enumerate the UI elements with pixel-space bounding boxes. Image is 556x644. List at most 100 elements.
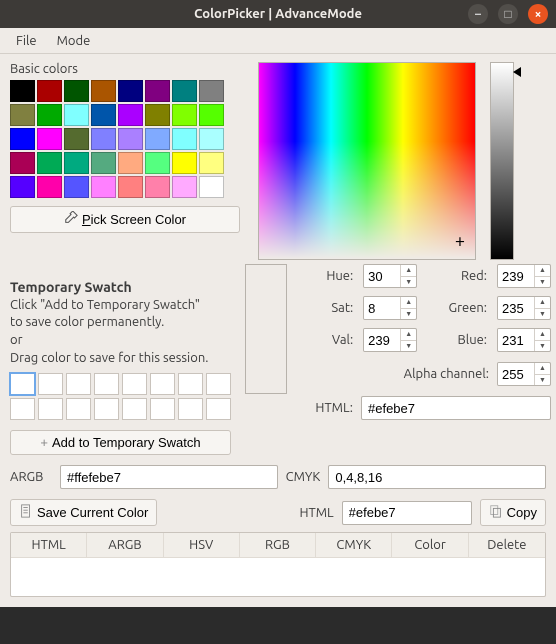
spin-down-icon[interactable]: ▼: [535, 308, 550, 320]
spin-down-icon[interactable]: ▼: [401, 340, 416, 352]
table-header-cell[interactable]: RGB: [240, 533, 316, 558]
maximize-button[interactable]: □: [498, 4, 518, 24]
basic-color-swatch[interactable]: [172, 128, 197, 150]
cmyk-input[interactable]: [328, 465, 546, 489]
red-spin[interactable]: ▲▼: [497, 264, 551, 288]
val-spin[interactable]: ▲▼: [363, 328, 417, 352]
basic-color-swatch[interactable]: [64, 176, 89, 198]
basic-color-swatch[interactable]: [118, 176, 143, 198]
spin-down-icon[interactable]: ▼: [535, 340, 550, 352]
close-button[interactable]: ×: [528, 4, 548, 24]
html-top-input[interactable]: [361, 396, 551, 420]
sat-spin[interactable]: ▲▼: [363, 296, 417, 320]
temp-swatch-slot[interactable]: [206, 373, 231, 395]
basic-color-swatch[interactable]: [91, 128, 116, 150]
spin-up-icon[interactable]: ▲: [535, 329, 550, 340]
basic-color-swatch[interactable]: [91, 104, 116, 126]
spin-up-icon[interactable]: ▲: [401, 265, 416, 276]
basic-color-swatch[interactable]: [145, 128, 170, 150]
basic-color-swatch[interactable]: [172, 176, 197, 198]
temp-swatch-slot[interactable]: [10, 373, 35, 395]
basic-color-swatch[interactable]: [118, 80, 143, 102]
basic-color-swatch[interactable]: [199, 128, 224, 150]
blue-input[interactable]: [498, 329, 534, 351]
basic-color-swatch[interactable]: [118, 128, 143, 150]
temp-swatch-slot[interactable]: [94, 398, 119, 420]
spin-up-icon[interactable]: ▲: [535, 363, 550, 374]
basic-color-swatch[interactable]: [145, 80, 170, 102]
table-header-cell[interactable]: CMYK: [316, 533, 392, 558]
temp-swatch-slot[interactable]: [122, 398, 147, 420]
temp-swatch-slot[interactable]: [206, 398, 231, 420]
basic-color-swatch[interactable]: [199, 80, 224, 102]
alpha-spin[interactable]: ▲▼: [497, 362, 551, 386]
green-spin[interactable]: ▲▼: [497, 296, 551, 320]
basic-color-swatch[interactable]: [199, 176, 224, 198]
menu-file[interactable]: File: [8, 31, 45, 51]
temp-swatch-slot[interactable]: [178, 398, 203, 420]
spin-down-icon[interactable]: ▼: [401, 276, 416, 288]
temp-swatch-slot[interactable]: [94, 373, 119, 395]
menu-mode[interactable]: Mode: [49, 31, 99, 51]
spin-down-icon[interactable]: ▼: [401, 308, 416, 320]
spin-down-icon[interactable]: ▼: [535, 276, 550, 288]
basic-color-swatch[interactable]: [10, 152, 35, 174]
spin-up-icon[interactable]: ▲: [535, 265, 550, 276]
basic-color-swatch[interactable]: [91, 176, 116, 198]
basic-color-swatch[interactable]: [64, 104, 89, 126]
table-header-cell[interactable]: HTML: [11, 533, 87, 558]
val-input[interactable]: [364, 329, 400, 351]
hue-input[interactable]: [364, 265, 400, 287]
basic-color-swatch[interactable]: [10, 176, 35, 198]
basic-color-swatch[interactable]: [172, 80, 197, 102]
color-field[interactable]: +: [258, 62, 476, 260]
temp-swatch-slot[interactable]: [122, 373, 147, 395]
table-header-cell[interactable]: ARGB: [87, 533, 163, 558]
basic-color-swatch[interactable]: [145, 176, 170, 198]
basic-color-swatch[interactable]: [64, 80, 89, 102]
basic-color-swatch[interactable]: [37, 152, 62, 174]
red-input[interactable]: [498, 265, 534, 287]
basic-color-swatch[interactable]: [91, 80, 116, 102]
spin-up-icon[interactable]: ▲: [401, 297, 416, 308]
add-to-temporary-swatch-button[interactable]: + Add to Temporary Swatch: [10, 430, 231, 455]
blue-spin[interactable]: ▲▼: [497, 328, 551, 352]
basic-color-swatch[interactable]: [37, 176, 62, 198]
table-header-cell[interactable]: Color: [392, 533, 468, 558]
temp-swatch-slot[interactable]: [66, 398, 91, 420]
temp-swatch-slot[interactable]: [178, 373, 203, 395]
basic-color-swatch[interactable]: [10, 80, 35, 102]
temp-swatch-slot[interactable]: [38, 398, 63, 420]
basic-color-swatch[interactable]: [118, 104, 143, 126]
save-current-color-button[interactable]: Save Current Color: [10, 499, 157, 526]
argb-input[interactable]: [60, 465, 278, 489]
minimize-button[interactable]: –: [468, 4, 488, 24]
basic-color-swatch[interactable]: [37, 128, 62, 150]
value-slider[interactable]: [490, 62, 514, 260]
basic-color-swatch[interactable]: [64, 152, 89, 174]
alpha-input[interactable]: [498, 363, 534, 385]
spin-down-icon[interactable]: ▼: [535, 374, 550, 386]
basic-color-swatch[interactable]: [91, 152, 116, 174]
basic-color-swatch[interactable]: [199, 152, 224, 174]
html-bottom-input[interactable]: [342, 501, 472, 525]
spin-up-icon[interactable]: ▲: [401, 329, 416, 340]
copy-button[interactable]: Copy: [480, 499, 546, 526]
table-header-cell[interactable]: Delete: [469, 533, 545, 558]
pick-screen-color-button[interactable]: Pick Screen Color: [10, 206, 240, 233]
basic-color-swatch[interactable]: [172, 104, 197, 126]
basic-color-swatch[interactable]: [10, 128, 35, 150]
temp-swatch-slot[interactable]: [150, 373, 175, 395]
basic-color-swatch[interactable]: [145, 104, 170, 126]
hue-spin[interactable]: ▲▼: [363, 264, 417, 288]
basic-color-swatch[interactable]: [118, 152, 143, 174]
temp-swatch-slot[interactable]: [66, 373, 91, 395]
basic-color-swatch[interactable]: [172, 152, 197, 174]
basic-color-swatch[interactable]: [199, 104, 224, 126]
basic-color-swatch[interactable]: [37, 104, 62, 126]
basic-color-swatch[interactable]: [37, 80, 62, 102]
basic-color-swatch[interactable]: [145, 152, 170, 174]
table-header-cell[interactable]: HSV: [164, 533, 240, 558]
sat-input[interactable]: [364, 297, 400, 319]
temp-swatch-slot[interactable]: [10, 398, 35, 420]
